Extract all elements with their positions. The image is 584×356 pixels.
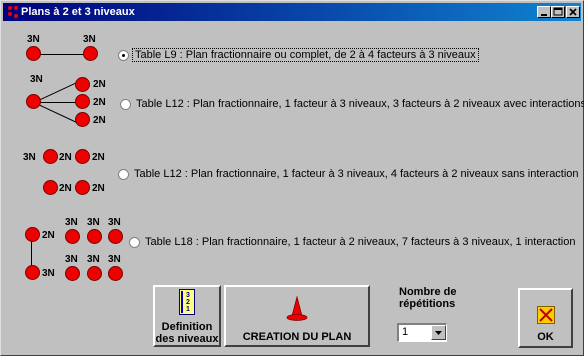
option-label: Table L12 : Plan fractionnaire, 1 facteu…: [136, 98, 584, 110]
ok-label: OK: [537, 331, 554, 343]
radio-button[interactable]: [118, 50, 129, 61]
node-label: 3N: [65, 217, 78, 228]
chevron-down-icon: [435, 331, 442, 335]
minimize-icon: [541, 14, 547, 16]
factor-node: [26, 94, 41, 109]
title-bar: Plans à 2 et 3 niveaux: [3, 3, 581, 21]
ok-checkbox-icon: [537, 306, 555, 324]
close-icon: [569, 8, 577, 16]
svg-text:1: 1: [186, 306, 190, 313]
repetitions-label-line2: répétitions: [399, 298, 456, 310]
factor-node: [108, 266, 123, 281]
definition-levels-button[interactable]: 3 2 1 Definition des niveaux: [153, 285, 221, 347]
factor-node: [43, 180, 58, 195]
node-label: 2N: [92, 183, 105, 194]
radio-button[interactable]: [129, 237, 140, 248]
create-plan-label: CREATION DU PLAN: [242, 331, 352, 343]
node-label: 3N: [87, 217, 100, 228]
factor-node: [75, 180, 90, 195]
factor-node: [108, 229, 123, 244]
repetitions-select[interactable]: 1: [397, 323, 447, 342]
option-label: Table L12 : Plan fractionnaire, 1 facteu…: [134, 168, 579, 180]
factor-node: [25, 265, 40, 280]
node-label: 3N: [30, 74, 43, 85]
factor-node: [87, 229, 102, 244]
factor-node: [65, 266, 80, 281]
close-button[interactable]: [566, 6, 580, 18]
link-line: [34, 54, 90, 55]
maximize-button[interactable]: [551, 6, 565, 18]
factor-node: [25, 227, 40, 242]
node-label: 3N: [87, 254, 100, 265]
node-label: 2N: [92, 152, 105, 163]
minimize-button[interactable]: [537, 6, 551, 18]
dropdown-arrow[interactable]: [431, 325, 446, 340]
node-label: 3N: [27, 34, 40, 45]
repetitions-value: 1: [402, 326, 409, 338]
node-label: 3N: [83, 34, 96, 45]
app-icon: [8, 6, 18, 18]
repetitions-label: Nombre de répétitions: [399, 286, 456, 310]
levels-list-icon: 3 2 1: [179, 289, 195, 315]
factor-node: [75, 77, 90, 92]
traffic-cone-icon: [286, 296, 308, 321]
factor-node: [26, 46, 41, 61]
radio-button[interactable]: [118, 169, 129, 180]
node-label: 3N: [108, 217, 121, 228]
node-label: 2N: [93, 79, 106, 90]
ok-button[interactable]: OK: [518, 288, 573, 348]
node-label: 3N: [108, 254, 121, 265]
option-label: Table L18 : Plan fractionnaire, 1 facteu…: [145, 236, 576, 248]
node-label: 2N: [93, 97, 106, 108]
svg-text:2: 2: [186, 299, 190, 306]
factor-node: [43, 149, 58, 164]
factor-node: [75, 112, 90, 127]
maximize-icon: [553, 7, 563, 16]
main-window: Plans à 2 et 3 niveaux 3N 3N 3N 2N 2N 2N: [0, 0, 584, 356]
node-label: 2N: [93, 115, 106, 126]
radio-button[interactable]: [120, 99, 131, 110]
option-label: Table L9 : Plan fractionnaire ou complet…: [132, 48, 479, 62]
create-plan-button[interactable]: CREATION DU PLAN: [224, 285, 370, 347]
definition-label-line2: des niveaux: [155, 333, 219, 345]
factor-node: [65, 229, 80, 244]
factor-node: [75, 94, 90, 109]
node-label: 3N: [23, 152, 36, 163]
factor-node: [83, 46, 98, 61]
window-title: Plans à 2 et 3 niveaux: [21, 6, 135, 18]
factor-node: [75, 149, 90, 164]
node-label: 2N: [59, 152, 72, 163]
node-label: 2N: [59, 183, 72, 194]
factor-node: [87, 266, 102, 281]
definition-label-line1: Definition: [161, 321, 213, 333]
link-line: [33, 102, 78, 124]
svg-text:3: 3: [186, 292, 190, 299]
node-label: 3N: [42, 268, 55, 279]
node-label: 3N: [65, 254, 78, 265]
repetitions-label-line1: Nombre de: [399, 286, 457, 298]
node-label: 2N: [42, 230, 55, 241]
